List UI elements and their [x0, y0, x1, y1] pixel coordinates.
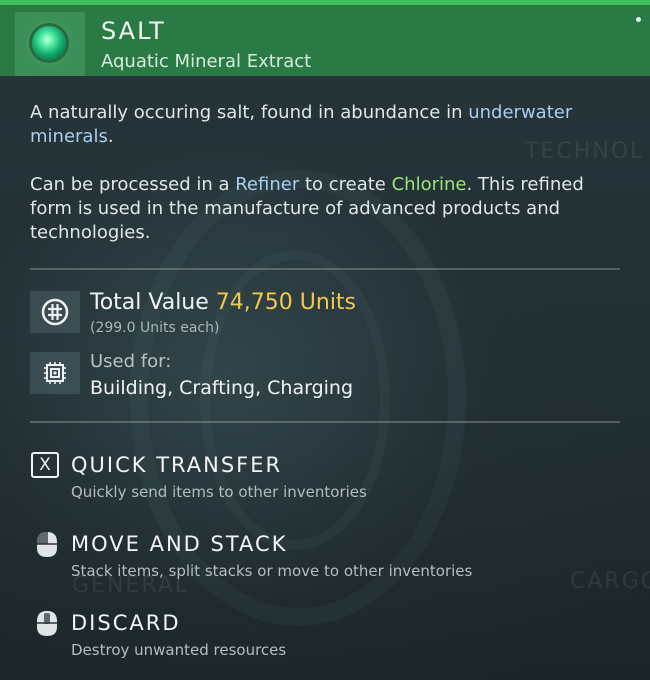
- divider: [30, 268, 620, 270]
- green-orb-icon: [32, 26, 66, 60]
- description-text-end: .: [107, 126, 114, 147]
- item-icon-frame: [15, 12, 85, 76]
- description-paragraph-1: A naturally occuring salt, found in abun…: [30, 101, 590, 149]
- total-value-label: Total Value: [90, 290, 209, 315]
- mouse-middle-click-icon[interactable]: [31, 607, 63, 639]
- chlorine-link[interactable]: Chlorine: [392, 174, 467, 195]
- keyboard-x-icon[interactable]: X: [31, 452, 59, 478]
- quick-transfer-description: Quickly send items to other inventories: [71, 483, 367, 501]
- total-value: Total Value 74,750 Units: [90, 290, 356, 315]
- description-text: to create: [299, 174, 392, 195]
- total-value-amount: 74,750 Units: [215, 290, 357, 315]
- divider: [30, 421, 620, 423]
- mouse-left-click-icon[interactable]: [31, 528, 63, 560]
- description-paragraph-2: Can be processed in a Refiner to create …: [30, 173, 590, 245]
- chip-icon: [30, 352, 80, 394]
- discard-action[interactable]: DISCARD: [71, 611, 180, 635]
- description-text: A naturally occuring salt, found in abun…: [30, 102, 469, 123]
- refiner-link[interactable]: Refiner: [235, 174, 299, 195]
- quick-transfer-action[interactable]: QUICK TRANSFER: [71, 453, 282, 477]
- item-subtitle: Aquatic Mineral Extract: [101, 51, 312, 72]
- item-header: SALT Aquatic Mineral Extract: [0, 0, 650, 76]
- move-and-stack-action[interactable]: MOVE AND STACK: [71, 532, 287, 556]
- used-for-value: Building, Crafting, Charging: [90, 377, 354, 399]
- description-text: Can be processed in a: [30, 174, 236, 195]
- used-for-label: Used for:: [90, 351, 172, 372]
- unit-value-each: (299.0 Units each): [90, 320, 220, 336]
- corner-dot-icon: [636, 17, 641, 22]
- move-and-stack-description: Stack items, split stacks or move to oth…: [71, 562, 473, 580]
- discard-description: Destroy unwanted resources: [71, 641, 287, 659]
- item-info-panel: TECHNOL GENERAL CARGO SALT Aquatic Miner…: [0, 0, 650, 680]
- item-title: SALT: [101, 17, 166, 45]
- background-label-cargo: CARGO: [570, 569, 650, 594]
- units-currency-icon: [30, 291, 80, 333]
